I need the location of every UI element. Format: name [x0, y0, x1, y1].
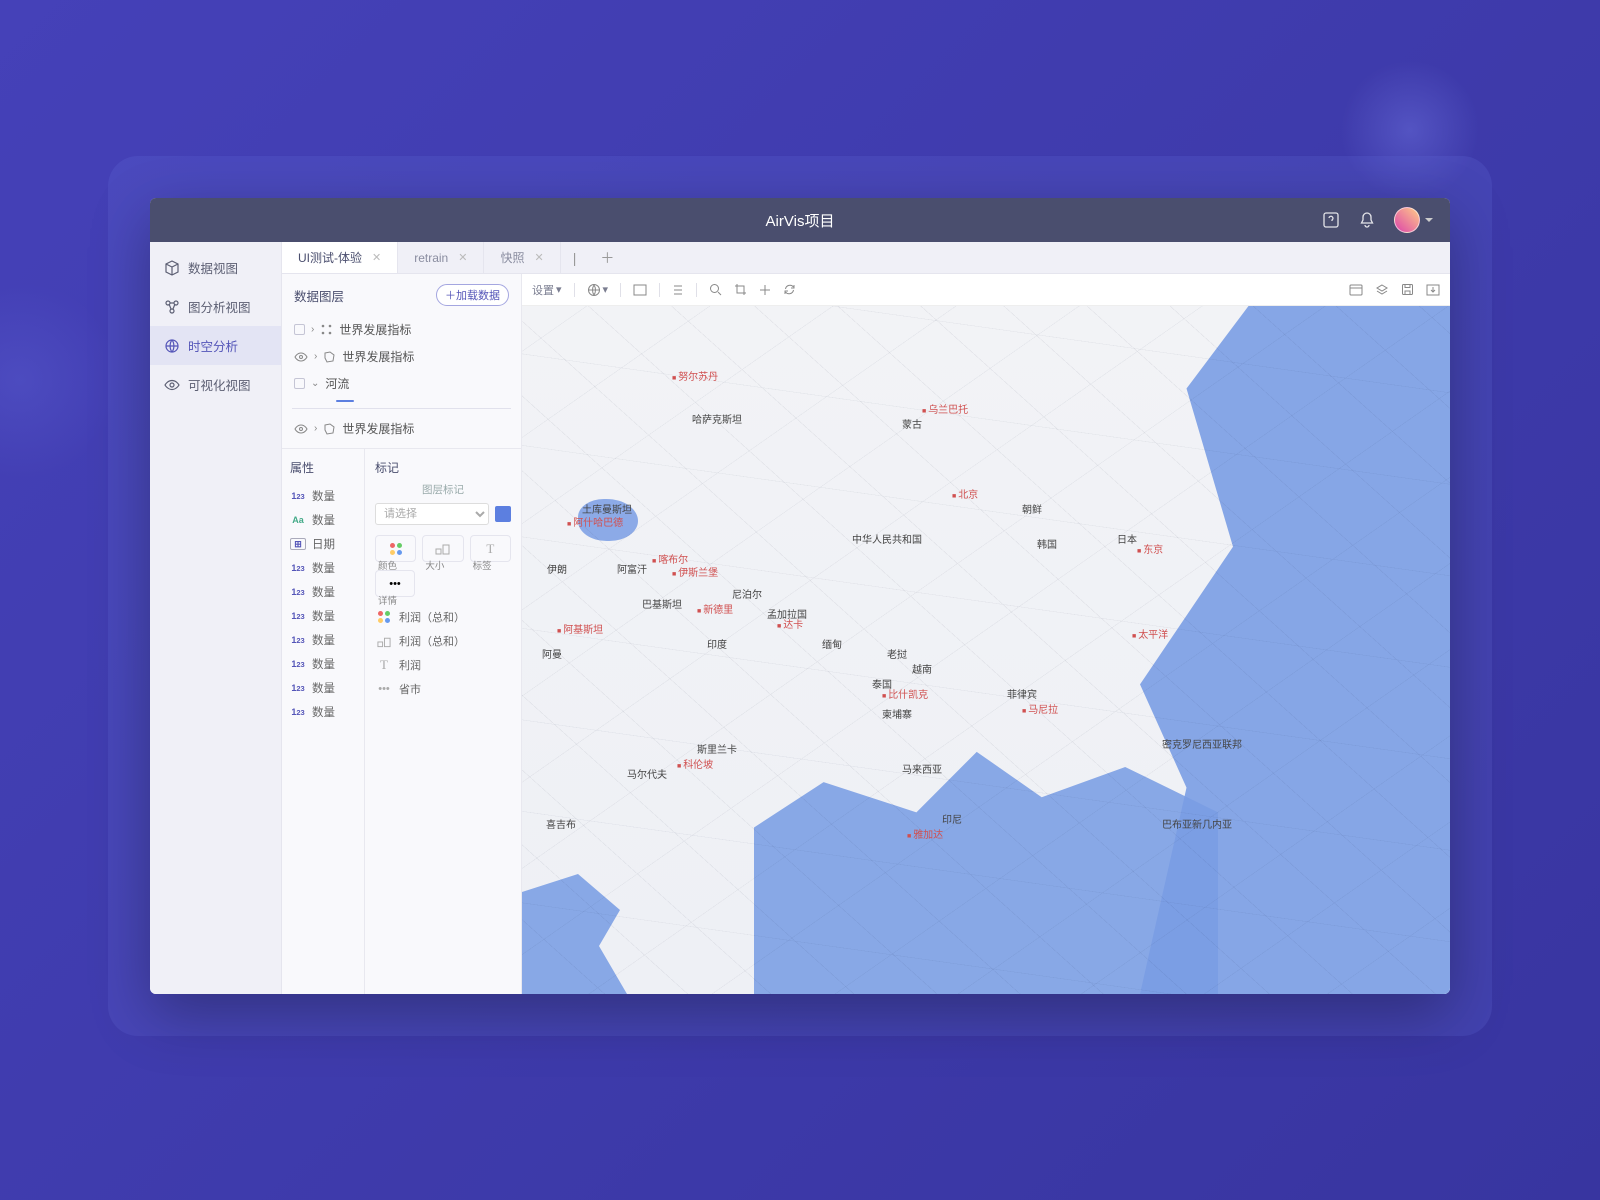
eye-icon[interactable] [294, 422, 308, 436]
mark-size[interactable]: 大小 [422, 535, 463, 562]
caret-icon[interactable]: › [314, 423, 317, 434]
bell-icon[interactable] [1358, 211, 1376, 229]
layer-panel: 数据图层 ＋加载数据 ›世界发展指标›世界发展指标⌄河流›世界发展指标 属性 1… [282, 274, 522, 994]
eye-icon [164, 377, 180, 393]
caret-icon[interactable]: › [314, 351, 317, 362]
type-icon: 123 [290, 682, 306, 694]
layer-item[interactable]: ›世界发展指标 [292, 343, 511, 370]
color-icon [378, 541, 413, 556]
attr-item[interactable]: ⊞日期 [290, 532, 356, 556]
color-swatch[interactable] [495, 506, 511, 522]
avatar[interactable] [1394, 207, 1420, 233]
text-icon: T [377, 659, 391, 671]
attrs-head: 属性 [290, 459, 356, 476]
tb-crop-icon[interactable] [734, 283, 747, 296]
polygon-icon [323, 422, 336, 435]
help-icon[interactable] [1322, 211, 1340, 229]
mark-drop[interactable]: 利润（总和） [375, 629, 511, 653]
line-swatch [336, 400, 354, 402]
type-icon: 123 [290, 610, 306, 622]
tab-divider: | [561, 242, 589, 273]
tb-list-icon[interactable] [672, 284, 684, 296]
globe-icon [164, 338, 180, 354]
close-icon[interactable]: ✕ [534, 251, 543, 264]
attr-item[interactable]: 123数量 [290, 604, 356, 628]
titlebar: AirVis项目 [150, 198, 1450, 242]
tb-search-icon[interactable] [709, 283, 722, 296]
layer-item[interactable]: ⌄河流 [292, 370, 511, 397]
checkbox[interactable] [294, 378, 305, 389]
dots-icon [320, 323, 333, 336]
layer-item[interactable]: ›世界发展指标 [292, 415, 511, 442]
map-canvas: 设置 ▾ ▾ [522, 274, 1450, 994]
size-icon [377, 635, 391, 647]
attr-item[interactable]: Aa数量 [290, 508, 356, 532]
nav-graph[interactable]: 图分析视图 [150, 287, 281, 326]
attrs-panel: 属性 123数量Aa数量⊞日期123数量123数量123数量123数量123数量… [282, 449, 364, 994]
close-icon[interactable]: ✕ [458, 251, 467, 264]
close-icon[interactable]: ✕ [372, 251, 381, 264]
type-icon: 123 [290, 658, 306, 670]
size-icon [425, 541, 460, 556]
type-icon: ⊞ [290, 538, 306, 550]
nav-cube[interactable]: 数据视图 [150, 248, 281, 287]
mark-detail[interactable]: •••详情 [375, 570, 415, 597]
add-tab-button[interactable]: ＋ [588, 242, 626, 273]
tb-globe-icon[interactable]: ▾ [587, 283, 609, 297]
attr-item[interactable]: 123数量 [290, 676, 356, 700]
eye-icon[interactable] [294, 350, 308, 364]
side-nav: 数据视图图分析视图时空分析可视化视图 [150, 242, 282, 994]
mark-select[interactable]: 请选择 [375, 503, 489, 525]
nav-eye[interactable]: 可视化视图 [150, 365, 281, 404]
type-icon: Aa [290, 514, 306, 526]
marks-panel: 标记 图层标记 请选择 颜色大小T标签 •••详情 利润（总和）利润（总和）T利… [364, 449, 521, 994]
mark-label[interactable]: T标签 [470, 535, 511, 562]
attr-item[interactable]: 123数量 [290, 700, 356, 724]
mark-drop[interactable]: •••省市 [375, 677, 511, 701]
tab[interactable]: UI测试-体验✕ [282, 242, 398, 273]
caret-icon[interactable]: ⌄ [311, 378, 319, 389]
type-icon: 123 [290, 490, 306, 502]
tab[interactable]: 快照✕ [484, 242, 560, 273]
tb-layers-icon[interactable] [1375, 283, 1389, 297]
type-icon: 123 [290, 706, 306, 718]
layer-item[interactable]: ›世界发展指标 [292, 316, 511, 343]
label-icon: T [473, 541, 508, 556]
app-title: AirVis项目 [766, 210, 835, 231]
marks-head: 标记 [375, 459, 511, 476]
tb-save-icon[interactable] [1401, 283, 1414, 296]
type-icon: 123 [290, 562, 306, 574]
tab[interactable]: retrain✕ [398, 242, 484, 273]
type-icon: 123 [290, 634, 306, 646]
mark-drop[interactable]: T利润 [375, 653, 511, 677]
more-icon: ••• [377, 683, 391, 695]
tb-refresh-icon[interactable] [783, 283, 796, 296]
polygon-icon [323, 350, 336, 363]
cube-icon [164, 260, 180, 276]
tb-rect-icon[interactable] [633, 284, 647, 296]
caret-icon[interactable]: › [311, 324, 314, 335]
graph-icon [164, 299, 180, 315]
dots-icon [377, 611, 391, 623]
panel-title: 数据图层 [294, 286, 344, 305]
tb-card-icon[interactable] [1349, 284, 1363, 296]
nav-globe[interactable]: 时空分析 [150, 326, 281, 365]
load-data-button[interactable]: ＋加载数据 [436, 284, 509, 306]
type-icon: 123 [290, 586, 306, 598]
mark-drop[interactable]: 利润（总和） [375, 605, 511, 629]
tb-export-icon[interactable] [1426, 284, 1440, 296]
settings-dropdown[interactable]: 设置 ▾ [532, 282, 562, 298]
tab-bar: UI测试-体验✕retrain✕快照✕|＋ [282, 242, 1450, 274]
attr-item[interactable]: 123数量 [290, 556, 356, 580]
attr-item[interactable]: 123数量 [290, 484, 356, 508]
attr-item[interactable]: 123数量 [290, 628, 356, 652]
marks-sub: 图层标记 [375, 482, 511, 497]
map-toolbar: 设置 ▾ ▾ [522, 274, 1450, 306]
mark-color[interactable]: 颜色 [375, 535, 416, 562]
checkbox[interactable] [294, 324, 305, 335]
attr-item[interactable]: 123数量 [290, 652, 356, 676]
attr-item[interactable]: 123数量 [290, 580, 356, 604]
map-view[interactable]: 哈萨克斯坦土库曼斯坦伊朗阿富汗巴基斯坦印度尼泊尔中华人民共和国蒙古朝鲜韩国日本菲… [522, 306, 1450, 994]
tb-plus-icon[interactable] [759, 284, 771, 296]
